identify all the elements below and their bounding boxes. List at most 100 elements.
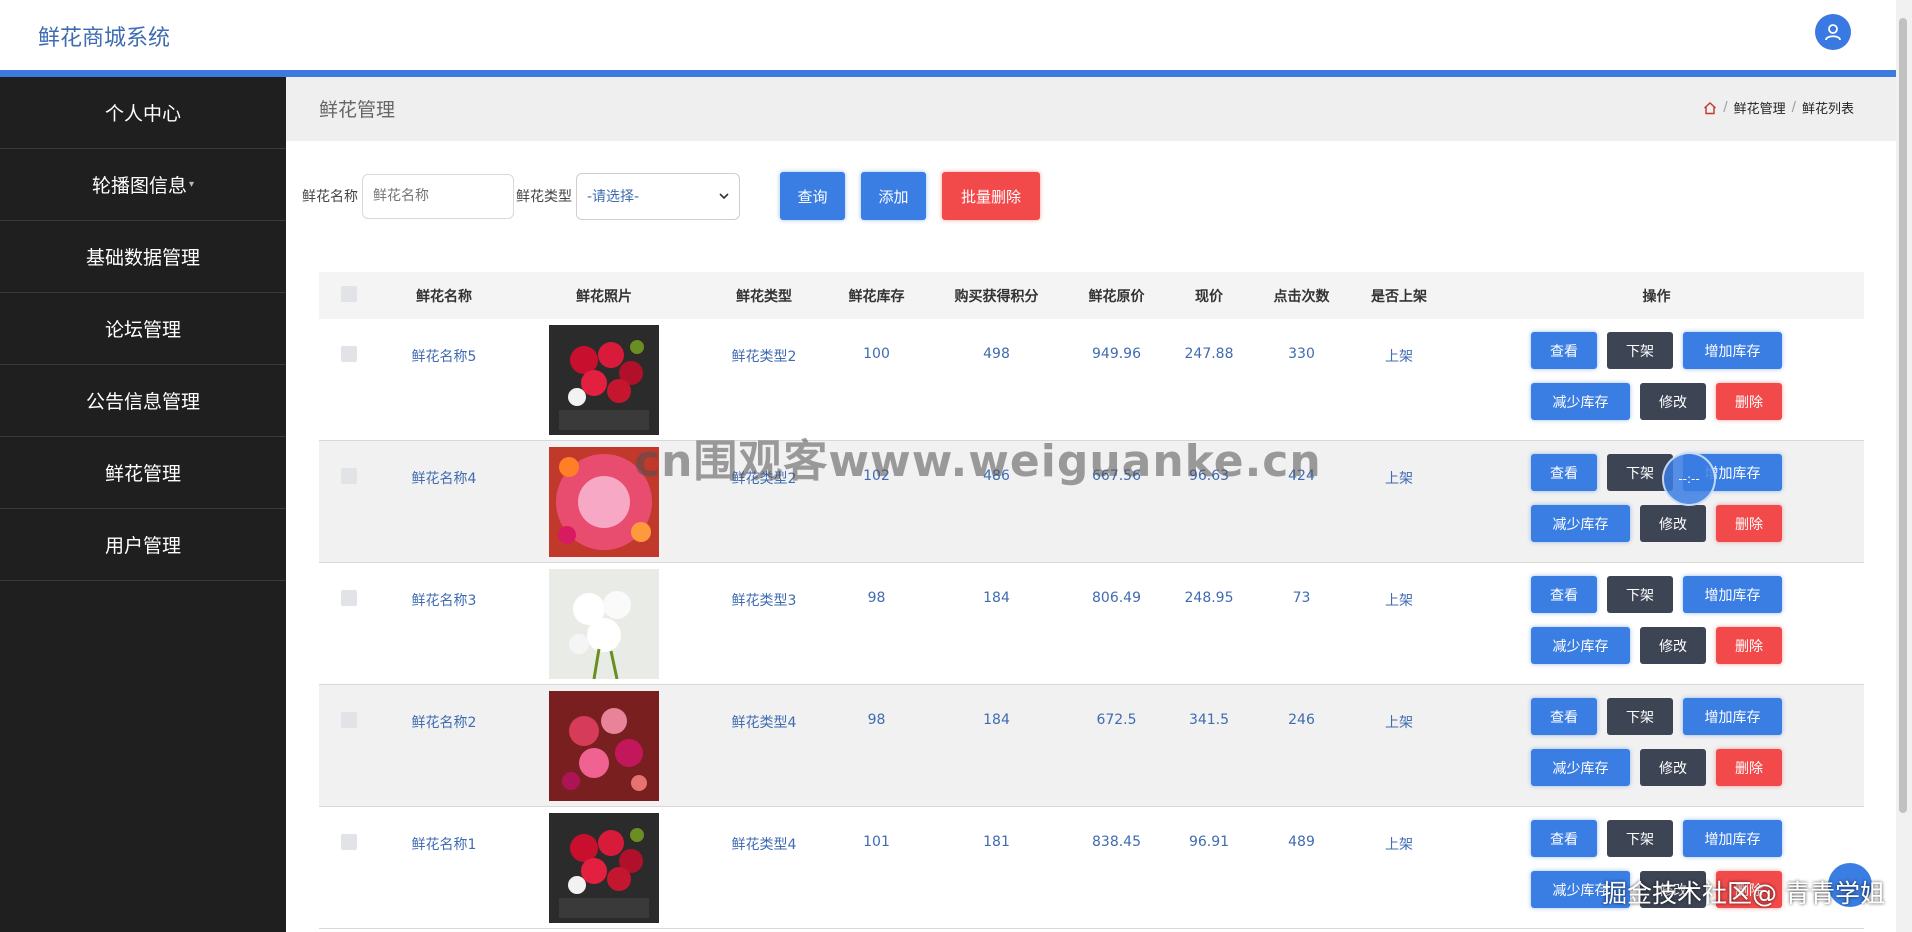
reduce-stock-button[interactable]: 减少库存	[1531, 627, 1630, 664]
cell-now-price: 247.88	[1184, 346, 1234, 362]
cell-name[interactable]: 鲜花名称5	[379, 319, 509, 366]
user-avatar[interactable]	[1815, 14, 1851, 50]
table-header: 鲜花名称 鲜花照片 鲜花类型 鲜花库存 购买获得积分 鲜花原价 现价 点击次数 …	[319, 272, 1864, 319]
view-button[interactable]: 查看	[1531, 454, 1597, 491]
sidebar-item-carousel[interactable]: 轮播图信息 ▾	[0, 149, 286, 221]
cell-shelf-status: 上架	[1385, 715, 1413, 731]
sidebar-item-flowers[interactable]: 鲜花管理	[0, 437, 286, 509]
cell-name[interactable]: 鲜花名称1	[379, 807, 509, 854]
edit-button[interactable]: 修改	[1640, 383, 1706, 420]
sidebar-item-base-data[interactable]: 基础数据管理	[0, 221, 286, 293]
sidebar-item-notice[interactable]: 公告信息管理	[0, 365, 286, 437]
flower-name-input[interactable]	[362, 173, 514, 219]
page-title: 鲜花管理	[319, 99, 396, 121]
sidebar-item-personal[interactable]: 个人中心	[0, 77, 286, 149]
select-all-checkbox[interactable]	[341, 285, 357, 302]
cell-orig-price: 667.56	[1092, 468, 1141, 484]
cell-stock: 101	[863, 834, 890, 850]
delete-button[interactable]: 删除	[1716, 383, 1782, 420]
query-button[interactable]: 查询	[780, 172, 845, 220]
unshelf-button[interactable]: 下架	[1607, 576, 1673, 613]
unshelf-button[interactable]: 下架	[1607, 698, 1673, 735]
cell-shelf-status: 上架	[1385, 593, 1413, 609]
cell-clicks: 489	[1288, 834, 1315, 850]
view-button[interactable]: 查看	[1531, 576, 1597, 613]
unshelf-button[interactable]: 下架	[1607, 332, 1673, 369]
title-bar: 鲜花管理 / 鲜花管理 / 鲜花列表	[286, 77, 1896, 141]
delete-button[interactable]: 删除	[1716, 505, 1782, 542]
cell-now-price: 341.5	[1188, 712, 1230, 728]
view-button[interactable]: 查看	[1531, 332, 1597, 369]
row-actions: 查看 下架 增加库存减少库存 修改 删除	[1527, 332, 1787, 420]
row-checkbox[interactable]	[341, 712, 357, 728]
row-checkbox[interactable]	[341, 834, 357, 850]
breadcrumb-flowers[interactable]: 鲜花管理	[1734, 98, 1786, 117]
row-checkbox[interactable]	[341, 468, 357, 484]
unshelf-button[interactable]: 下架	[1607, 820, 1673, 857]
add-stock-button[interactable]: 增加库存	[1683, 820, 1782, 857]
cell-shelf-status: 上架	[1385, 837, 1413, 853]
reduce-stock-button[interactable]: 减少库存	[1531, 749, 1630, 786]
col-now-price: 现价	[1195, 288, 1223, 305]
flower-type-select[interactable]: -请选择-	[576, 172, 740, 220]
row-actions: 查看 下架 增加库存减少库存 修改 删除	[1527, 698, 1787, 786]
cell-points: 181	[983, 834, 1010, 850]
row-checkbox[interactable]	[341, 346, 357, 362]
cell-clicks: 330	[1288, 346, 1315, 362]
flower-photo[interactable]	[549, 813, 659, 923]
flower-photo[interactable]	[549, 691, 659, 801]
cell-orig-price: 949.96	[1092, 346, 1141, 362]
chevron-down-icon	[719, 193, 729, 200]
view-button[interactable]: 查看	[1531, 820, 1597, 857]
row-actions: 查看 下架 增加库存减少库存 修改 删除	[1527, 576, 1787, 664]
reduce-stock-button[interactable]: 减少库存	[1531, 505, 1630, 542]
sidebar-item-forum[interactable]: 论坛管理	[0, 293, 286, 365]
delete-button[interactable]: 删除	[1716, 871, 1782, 908]
cell-name[interactable]: 鲜花名称3	[379, 563, 509, 610]
page-scrollbar[interactable]	[1896, 0, 1912, 932]
edit-button[interactable]: 修改	[1640, 505, 1706, 542]
sidebar-item-users[interactable]: 用户管理	[0, 509, 286, 581]
col-type: 鲜花类型	[736, 288, 792, 305]
reduce-stock-button[interactable]: 减少库存	[1531, 871, 1630, 908]
col-shelf: 是否上架	[1371, 288, 1427, 305]
col-orig-price: 鲜花原价	[1088, 288, 1145, 305]
add-stock-button[interactable]: 增加库存	[1683, 576, 1782, 613]
scrollbar-thumb[interactable]	[1899, 18, 1907, 813]
flower-table: 鲜花名称 鲜花照片 鲜花类型 鲜花库存 购买获得积分 鲜花原价 现价 点击次数 …	[319, 272, 1864, 929]
corner-float-button[interactable]	[1828, 863, 1872, 907]
add-stock-button[interactable]: 增加库存	[1683, 698, 1782, 735]
home-icon[interactable]	[1703, 101, 1717, 115]
flower-photo[interactable]	[549, 325, 659, 435]
batch-delete-button[interactable]: 批量删除	[942, 172, 1040, 220]
col-points: 购买获得积分	[954, 288, 1039, 305]
flower-photo[interactable]	[549, 447, 659, 557]
type-label: 鲜花类型	[516, 189, 572, 205]
col-photo: 鲜花照片	[576, 288, 632, 305]
cell-shelf-status: 上架	[1385, 349, 1413, 365]
cell-name[interactable]: 鲜花名称4	[379, 441, 509, 488]
cell-clicks: 246	[1288, 712, 1315, 728]
add-button[interactable]: 添加	[861, 172, 926, 220]
edit-button[interactable]: 修改	[1640, 871, 1706, 908]
view-button[interactable]: 查看	[1531, 698, 1597, 735]
edit-button[interactable]: 修改	[1640, 749, 1706, 786]
cell-stock: 100	[863, 346, 890, 362]
floating-assist-button[interactable]: --:--	[1662, 452, 1716, 506]
cell-clicks: 424	[1288, 468, 1315, 484]
app-title: 鲜花商城系统	[38, 26, 171, 51]
table-row: 鲜花名称2 鲜花类型4 98 184 672.5 341.5 246 上架 查看 下架 增加库存 减少…	[319, 685, 1864, 807]
reduce-stock-button[interactable]: 减少库存	[1531, 383, 1630, 420]
cell-name[interactable]: 鲜花名称2	[379, 685, 509, 732]
row-checkbox[interactable]	[341, 590, 357, 606]
row-actions: 查看 下架 增加库存减少库存 修改 删除	[1527, 820, 1787, 908]
cell-shelf-status: 上架	[1385, 471, 1413, 487]
main-content: 鲜花管理 / 鲜花管理 / 鲜花列表 鲜花名称 鲜花类型 -请选择- 查询 添加…	[286, 77, 1896, 932]
flower-photo[interactable]	[549, 569, 659, 680]
edit-button[interactable]: 修改	[1640, 627, 1706, 664]
delete-button[interactable]: 删除	[1716, 627, 1782, 664]
cell-now-price: 96.63	[1188, 468, 1230, 484]
delete-button[interactable]: 删除	[1716, 749, 1782, 786]
cell-type: 鲜花类型2	[731, 349, 797, 365]
add-stock-button[interactable]: 增加库存	[1683, 332, 1782, 369]
